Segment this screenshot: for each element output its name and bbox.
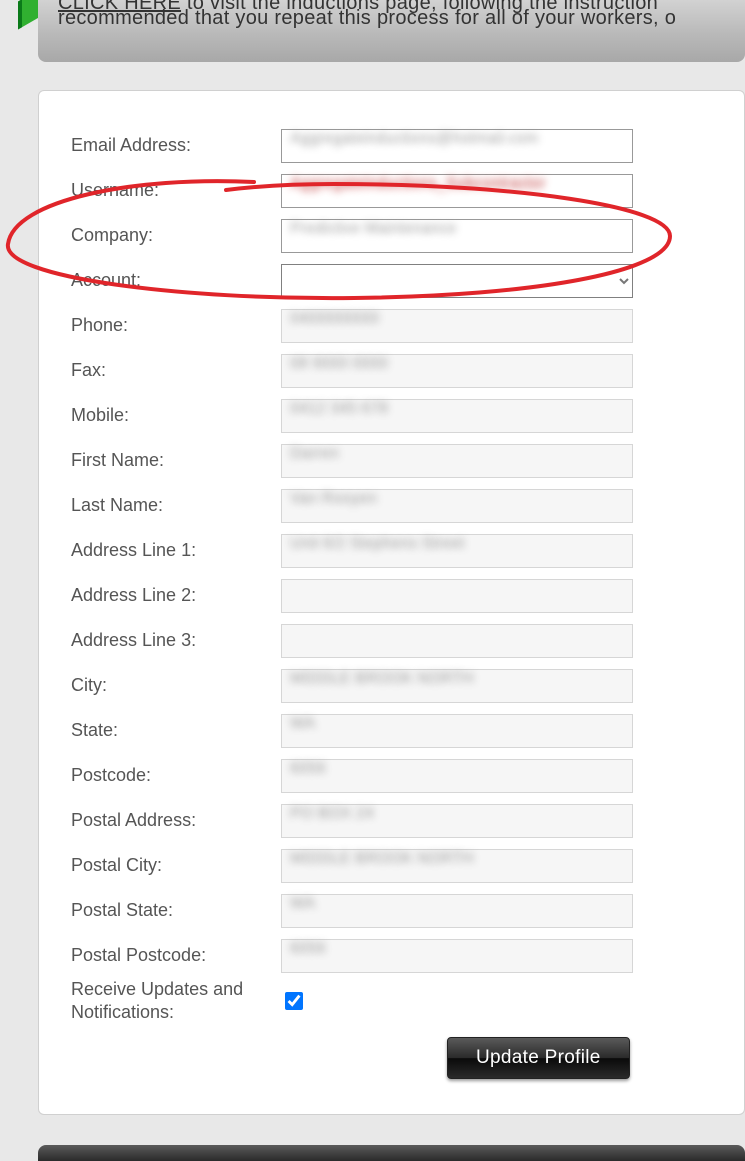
phone-field[interactable]: 0400000000 [281, 309, 633, 343]
label-pstate: Postal State: [71, 900, 281, 921]
footer-bar [38, 1145, 745, 1161]
label-first-name: First Name: [71, 450, 281, 471]
info-banner: CLICK HERE to visit the inductions page,… [38, 0, 745, 62]
label-fax: Fax: [71, 360, 281, 381]
label-account: Account: [71, 270, 281, 291]
fax-field[interactable]: 08 9000 0000 [281, 354, 633, 388]
label-email: Email Address: [71, 135, 281, 156]
label-addr1: Address Line 1: [71, 540, 281, 561]
addr3-field[interactable] [281, 624, 633, 658]
first-name-field[interactable]: Darren [281, 444, 633, 478]
label-city: City: [71, 675, 281, 696]
postal-address-field[interactable]: PO BOX 24 [281, 804, 633, 838]
label-state: State: [71, 720, 281, 741]
last-name-field[interactable]: Van Rooyen [281, 489, 633, 523]
label-postcode: Postcode: [71, 765, 281, 786]
postcode-field[interactable]: 6056 [281, 759, 633, 793]
addr2-field[interactable] [281, 579, 633, 613]
label-pcity: Postal City: [71, 855, 281, 876]
username-field[interactable]: AggregateInductions_Subcontractor [281, 174, 633, 208]
email-field[interactable]: Aggregateinductions@hotmail.com [281, 129, 633, 163]
receive-updates-checkbox[interactable] [285, 992, 303, 1010]
label-username: Username: [71, 180, 281, 201]
label-last-name: Last Name: [71, 495, 281, 516]
state-field[interactable]: WA [281, 714, 633, 748]
company-field[interactable]: Predictive Maintenance [281, 219, 633, 253]
banner-text-2: recommended that you repeat this process… [58, 7, 725, 30]
label-mobile: Mobile: [71, 405, 281, 426]
postal-postcode-field[interactable]: 6056 [281, 939, 633, 973]
label-receive: Receive Updates and Notifications: [71, 978, 281, 1023]
city-field[interactable]: MIDDLE BROOK NORTH [281, 669, 633, 703]
account-select[interactable] [281, 264, 633, 298]
label-paddr: Postal Address: [71, 810, 281, 831]
label-addr2: Address Line 2: [71, 585, 281, 606]
postal-state-field[interactable]: WA [281, 894, 633, 928]
postal-city-field[interactable]: MIDDLE BROOK NORTH [281, 849, 633, 883]
label-ppostcode: Postal Postcode: [71, 945, 281, 966]
addr1-field[interactable]: Unit 6/2 Stephens Street [281, 534, 633, 568]
update-profile-button[interactable]: Update Profile [447, 1037, 630, 1079]
profile-form: Email Address: Aggregateinductions@hotma… [38, 90, 745, 1115]
label-phone: Phone: [71, 315, 281, 336]
label-company: Company: [71, 225, 281, 246]
mobile-field[interactable]: 0412 345 678 [281, 399, 633, 433]
label-addr3: Address Line 3: [71, 630, 281, 651]
